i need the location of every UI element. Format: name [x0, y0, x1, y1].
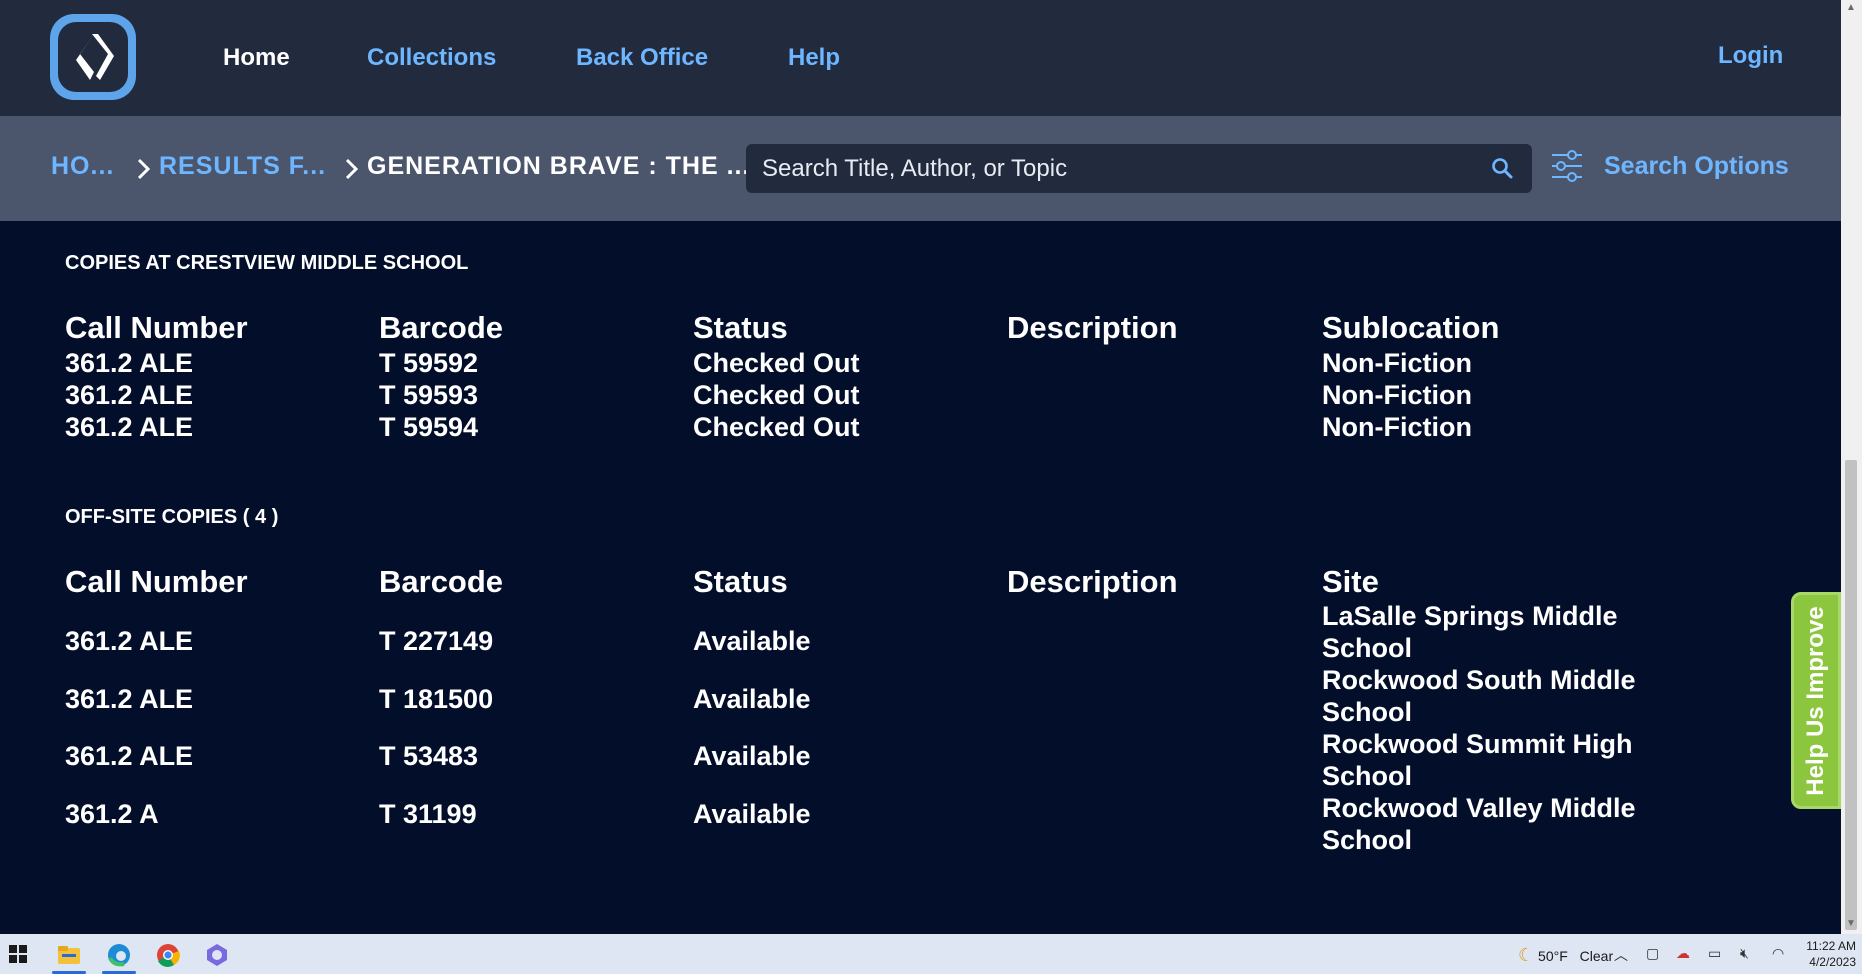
file-explorer-icon[interactable]	[56, 942, 82, 968]
barcode: T 227149	[379, 626, 494, 656]
site-name: Rockwood South Middle School	[1322, 665, 1636, 727]
site-name: Rockwood Summit High School	[1322, 729, 1633, 791]
barcode: T 181500	[379, 684, 494, 714]
call-number: 361.2 A	[65, 799, 159, 829]
moon-icon: ☾	[1518, 945, 1535, 965]
call-number: 361.2 ALE	[65, 412, 194, 442]
status: Checked Out	[693, 380, 860, 410]
column-header: Call Number	[65, 310, 248, 345]
barcode: T 59594	[379, 412, 479, 442]
column-header: Site	[1322, 564, 1379, 599]
sublocation: Non-Fiction	[1322, 348, 1472, 378]
call-number: 361.2 ALE	[65, 741, 194, 771]
barcode: T 59592	[379, 348, 479, 378]
battery-icon[interactable]: ▭	[1708, 945, 1721, 962]
scroll-up-icon[interactable]: ▲	[1846, 2, 1856, 13]
barcode: T 53483	[379, 741, 479, 771]
system-clock[interactable]: 11:22 AM 4/2/2023	[1796, 938, 1856, 970]
column-header: Status	[693, 310, 788, 345]
login-link[interactable]: Login	[1718, 42, 1783, 70]
wifi-icon[interactable]: ◠	[1772, 945, 1784, 962]
search-box	[746, 144, 1532, 193]
column-header: Sublocation	[1322, 310, 1500, 345]
sublocation: Non-Fiction	[1322, 412, 1472, 442]
chevron-up-icon[interactable]: ︿	[1614, 945, 1628, 965]
barcode: T 59593	[379, 380, 479, 410]
weather-temp: 50°F	[1538, 948, 1568, 964]
weather-widget[interactable]: ☾ 50°F Clear	[1518, 945, 1613, 966]
local-copies-heading: COPIES AT CRESTVIEW MIDDLE SCHOOL	[65, 252, 469, 274]
top-navigation: Home Collections Back Office Help Login	[0, 0, 1841, 116]
sliders-icon[interactable]	[1550, 148, 1584, 184]
breadcrumb-current-title: GENERATION BRAVE : THE ...	[367, 152, 751, 180]
onedrive-icon[interactable]: ☁	[1676, 945, 1690, 962]
call-number: 361.2 ALE	[65, 626, 194, 656]
breadcrumb-home[interactable]: HO...	[51, 152, 114, 181]
feedback-label: Help Us Improve	[1802, 605, 1829, 796]
offsite-copies-heading: OFF-SITE COPIES ( 4 )	[65, 506, 279, 528]
weather-desc: Clear	[1579, 948, 1614, 964]
app-logo[interactable]	[50, 14, 136, 100]
status: Checked Out	[693, 348, 860, 378]
column-header: Call Number	[65, 564, 248, 599]
meet-icon[interactable]: ▢	[1646, 945, 1659, 962]
status: Available	[693, 741, 811, 771]
status: Available	[693, 626, 811, 656]
column-header: Description	[1007, 310, 1178, 345]
chrome-browser-icon[interactable]	[155, 942, 181, 968]
call-number: 361.2 ALE	[65, 348, 194, 378]
call-number: 361.2 ALE	[65, 684, 194, 714]
nav-back-office[interactable]: Back Office	[576, 44, 708, 72]
site-name: LaSalle Springs Middle School	[1322, 601, 1618, 663]
nav-help[interactable]: Help	[788, 44, 840, 72]
page-scrollbar[interactable]: ▲ ▼	[1841, 0, 1862, 934]
column-header: Barcode	[379, 310, 504, 345]
search-input[interactable]	[760, 150, 1464, 188]
clock-date: 4/2/2023	[1809, 955, 1856, 969]
column-header: Status	[693, 564, 788, 599]
scroll-down-icon[interactable]: ▼	[1846, 918, 1856, 929]
breadcrumb-results[interactable]: RESULTS F...	[159, 152, 326, 181]
status: Available	[693, 799, 811, 829]
call-number: 361.2 ALE	[65, 380, 194, 410]
help-us-improve-tab[interactable]: Help Us Improve	[1791, 592, 1841, 809]
windows-start-icon[interactable]	[8, 944, 28, 964]
nav-home[interactable]: Home	[223, 44, 290, 72]
column-header: Description	[1007, 564, 1178, 599]
os-taskbar: ☾ 50°F Clear ︿ ▢ ☁ ▭ 🔇︎ ◠ 11:22 AM 4/2/2…	[0, 934, 1862, 974]
logo-icon	[76, 34, 114, 80]
search-options-button[interactable]: Search Options	[1604, 152, 1789, 181]
edge-browser-icon[interactable]	[106, 942, 132, 968]
app-icon[interactable]	[204, 942, 230, 968]
site-name: Rockwood Valley Middle School	[1322, 793, 1636, 855]
column-header: Barcode	[379, 564, 504, 599]
scroll-thumb[interactable]	[1845, 460, 1857, 930]
clock-time: 11:22 AM	[1806, 939, 1856, 953]
barcode: T 31199	[379, 799, 477, 829]
status: Available	[693, 684, 811, 714]
nav-collections[interactable]: Collections	[367, 44, 496, 72]
volume-muted-icon[interactable]: 🔇︎	[1740, 945, 1749, 962]
sublocation: Non-Fiction	[1322, 380, 1472, 410]
chevron-right-icon	[137, 158, 151, 180]
chevron-right-icon	[345, 158, 359, 180]
search-icon[interactable]	[1490, 156, 1514, 180]
status: Checked Out	[693, 412, 860, 442]
